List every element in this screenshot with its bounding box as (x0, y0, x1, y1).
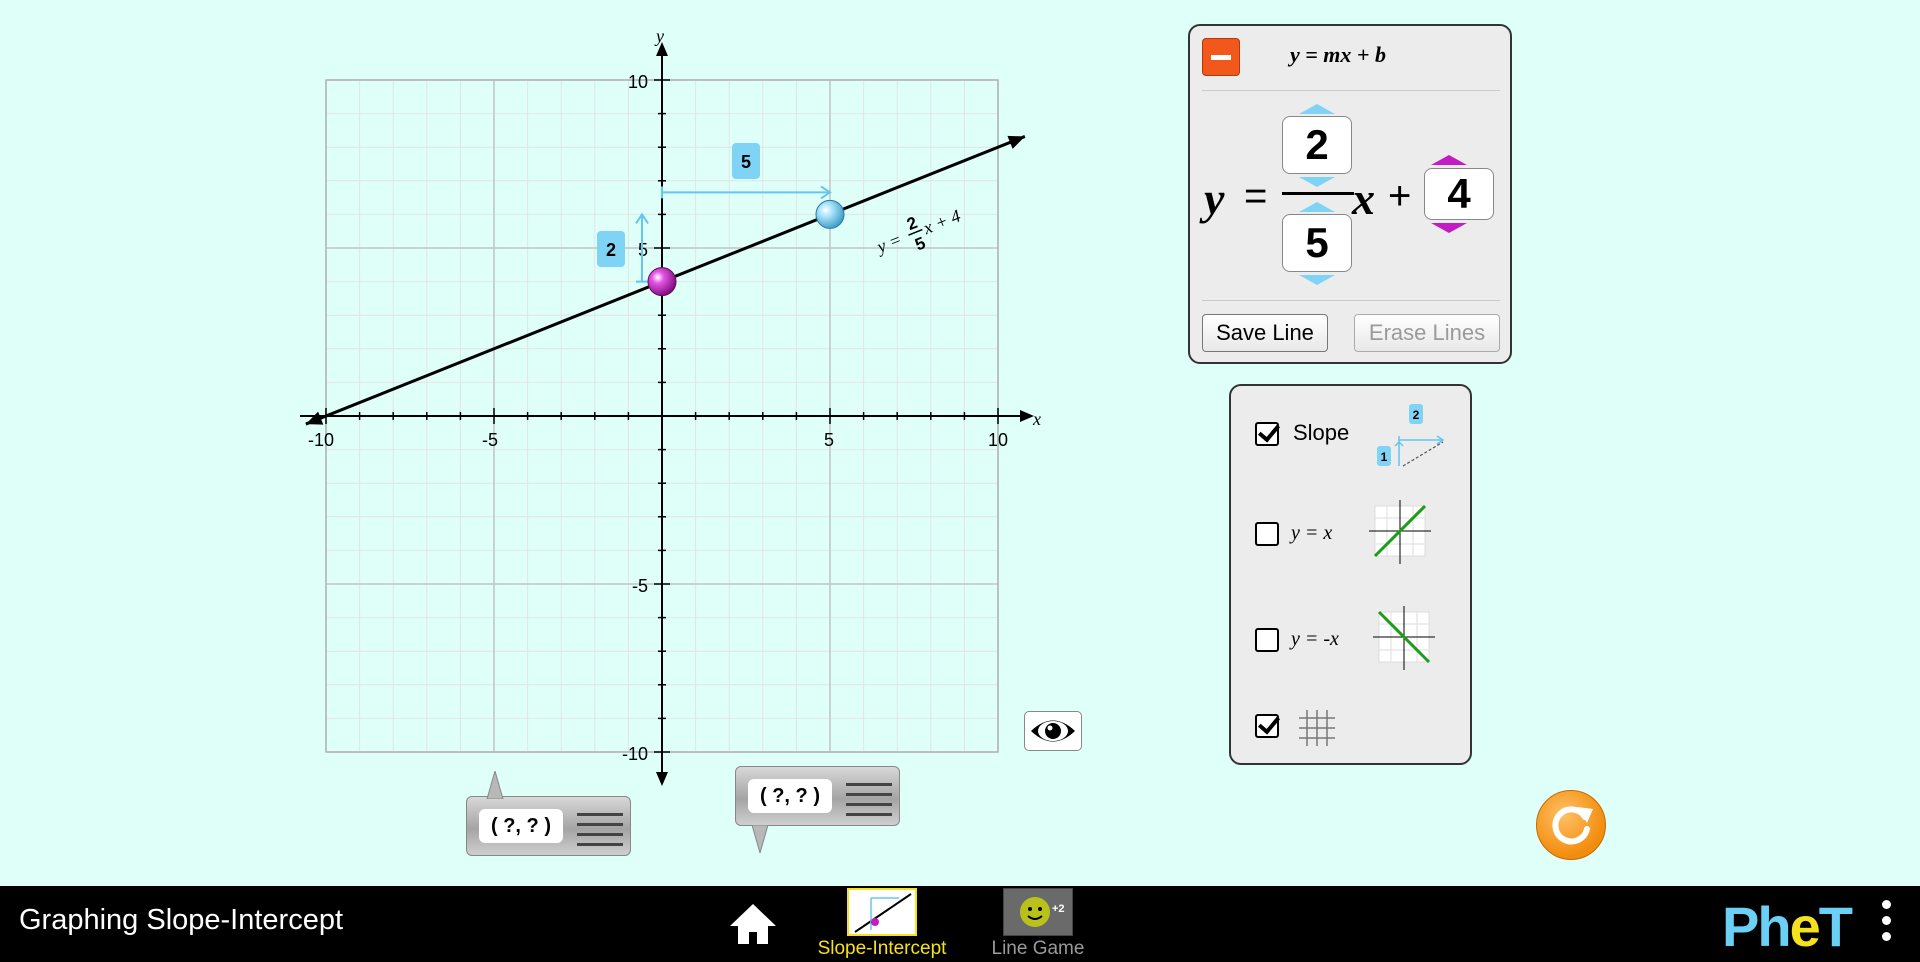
slope-icon-rise: 2 (1413, 408, 1420, 422)
line-arrow-right (1007, 135, 1025, 149)
y-equals-neg-x-label: y = -x (1291, 628, 1339, 650)
run-decrement-arrow[interactable] (1299, 275, 1335, 285)
eye-icon (1031, 720, 1075, 742)
fraction-bar (1282, 192, 1354, 195)
equation-panel: y = mx + b y = 2 5 x + 4 Save Line Erase… (1188, 24, 1512, 364)
grip-icon (846, 783, 892, 786)
run-label: 5 (741, 152, 751, 172)
slope-intercept-thumbnail (847, 888, 917, 936)
y-equals-x-checkbox[interactable] (1255, 522, 1279, 546)
y-axis-name: y (654, 26, 664, 46)
y-tick-label: 5 (638, 240, 648, 260)
sim-title: Graphing Slope-Intercept (19, 904, 344, 936)
grip-line (846, 793, 892, 796)
grip-icon (577, 813, 623, 816)
y-axis-arrow-down (656, 772, 668, 786)
y-tick-label: -10 (622, 744, 648, 764)
grip-line (846, 813, 892, 816)
equation-plus: + (1388, 174, 1412, 218)
y-equals-neg-x-icon (1373, 606, 1435, 670)
slope-point-handle[interactable] (815, 199, 845, 229)
y-tick-label: -5 (632, 576, 648, 596)
screen-tab-slope-intercept[interactable]: Slope-Intercept (810, 886, 954, 960)
menu-dot-icon (1881, 932, 1891, 941)
slope-checkbox[interactable] (1255, 422, 1279, 446)
point-tool-right[interactable]: ( ?, ? ) (735, 766, 900, 853)
point-tool-left[interactable]: ( ?, ? ) (466, 771, 631, 856)
grid-checkbox[interactable] (1255, 714, 1279, 738)
slope-icon: 2 1 (1377, 404, 1445, 467)
graph: x y -10 -5 5 10 10 5 -5 -10 5 2 y = 2 5 … (300, 26, 1041, 786)
y-equals-neg-x-checkbox[interactable] (1255, 628, 1279, 652)
collapse-button[interactable] (1202, 38, 1240, 76)
slope-option-label: Slope (1293, 420, 1350, 445)
equation-equals: = (1244, 174, 1268, 218)
reset-icon (1552, 806, 1593, 845)
erase-lines-button[interactable]: Erase Lines (1354, 314, 1500, 352)
phet-menu-button[interactable] (1880, 900, 1892, 950)
line-equation-label: y = 2 5 x + 4 (872, 205, 964, 257)
x-axis-arrow (1020, 410, 1034, 422)
equation-x: x (1352, 173, 1375, 224)
options-panel: Slope 2 1 y = x y = -x (1229, 384, 1472, 765)
grid-icon (1299, 710, 1335, 746)
intercept-decrement-arrow[interactable] (1431, 223, 1467, 233)
reset-all-button[interactable] (1536, 790, 1606, 860)
intercept-increment-arrow[interactable] (1431, 155, 1467, 165)
run-increment-arrow[interactable] (1299, 202, 1335, 212)
line-game-thumbnail: +2 (1003, 888, 1073, 936)
slope-icon-run: 1 (1381, 450, 1388, 464)
grip-line (577, 823, 623, 826)
point-tool-tip-up (486, 771, 504, 799)
line-label-den: 5 (912, 233, 928, 254)
rise-label: 2 (606, 240, 616, 260)
point-tool-coordinates: ( ?, ? ) (479, 809, 563, 843)
intercept-spinner[interactable]: 4 (1424, 168, 1494, 220)
phet-logo[interactable]: PheT (1722, 894, 1853, 959)
save-line-button[interactable]: Save Line (1202, 314, 1328, 352)
divider (1202, 90, 1500, 91)
screen-tab-line-game[interactable]: +2 Line Game (970, 886, 1106, 960)
point-tool-coordinates: ( ?, ? ) (748, 779, 832, 813)
navigation-bar: Graphing Slope-Intercept Slope-Intercept (0, 886, 1920, 962)
y-tick-label: 10 (628, 72, 648, 92)
grip-line (846, 803, 892, 806)
run-spinner[interactable]: 5 (1282, 214, 1352, 272)
rise-decrement-arrow[interactable] (1299, 177, 1335, 187)
line-label-rhs: x + 4 (920, 205, 964, 238)
grip-line (577, 833, 623, 836)
grip-line (577, 843, 623, 846)
equation-y: y (1204, 173, 1225, 224)
menu-dot-icon (1881, 900, 1891, 909)
divider (1202, 300, 1500, 301)
x-tick-label: -5 (482, 430, 498, 450)
rise-increment-arrow[interactable] (1299, 104, 1335, 114)
y-equals-x-label: y = x (1291, 522, 1333, 544)
slope-intercept-screen-icon (854, 893, 912, 933)
screen-label-line-game: Line Game (991, 938, 1085, 959)
intercept-point-handle[interactable] (647, 267, 677, 297)
hide-line-button[interactable] (1024, 711, 1082, 751)
game-badge: +2 (1052, 903, 1065, 915)
rise-spinner[interactable]: 2 (1282, 116, 1352, 174)
screen-label-slope-intercept: Slope-Intercept (817, 938, 947, 959)
y-equals-x-icon (1369, 500, 1431, 564)
line-arrow-left (305, 411, 324, 425)
x-tick-label: 5 (824, 430, 834, 450)
home-icon (730, 904, 776, 944)
point-tool-tip-down (751, 825, 769, 853)
home-button[interactable] (728, 902, 778, 946)
menu-dot-icon (1881, 916, 1891, 925)
x-tick-label: 10 (988, 430, 1008, 450)
line-label-lhs: y = (872, 229, 904, 257)
x-tick-label: -10 (308, 430, 334, 450)
x-axis-name: x (1032, 409, 1041, 429)
equation-form-title: y = mx + b (1290, 42, 1386, 67)
